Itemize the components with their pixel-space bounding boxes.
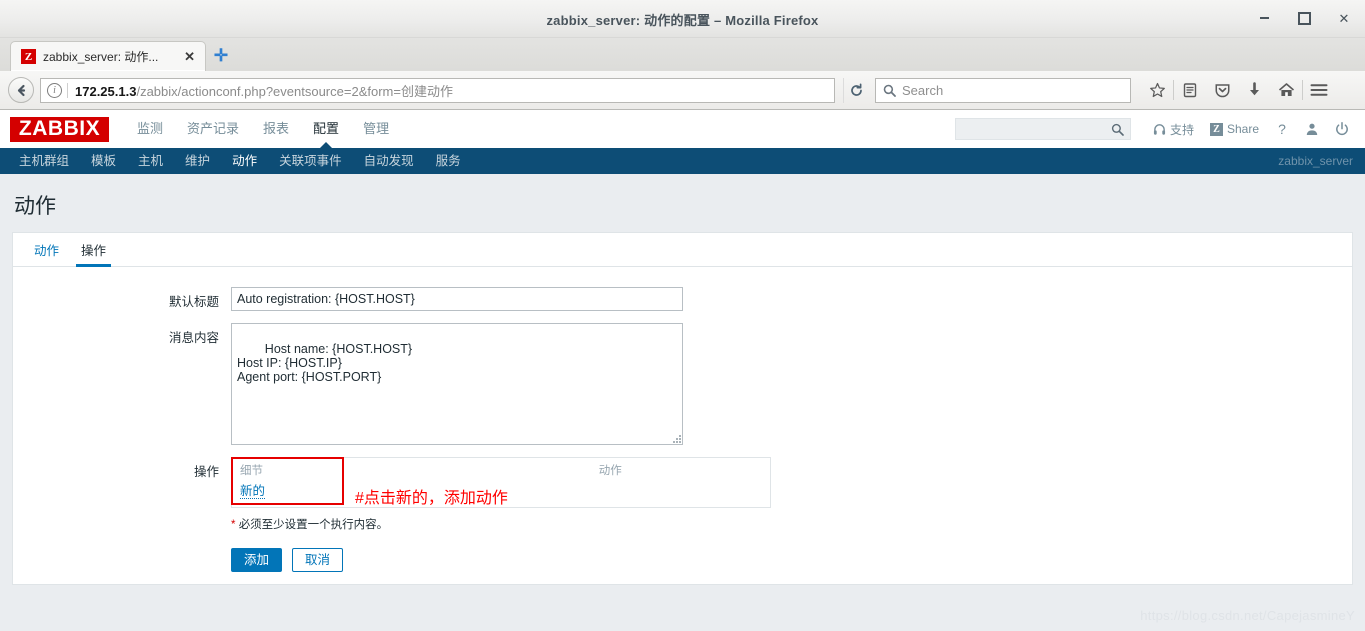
back-button-icon[interactable] (8, 77, 34, 103)
nav-item-inventory[interactable]: 资产记录 (175, 110, 251, 148)
browser-search-placeholder: Search (902, 82, 944, 98)
tab-operations[interactable]: 操作 (70, 233, 117, 267)
nav-item-administration[interactable]: 管理 (351, 110, 401, 148)
identity-info-icon[interactable]: i (47, 82, 62, 98)
nav-item-reports[interactable]: 报表 (251, 110, 301, 148)
browser-tab[interactable]: Z zabbix_server: 动作... ✕ (10, 41, 206, 71)
window-controls: ✕ (1253, 8, 1355, 28)
window-title: zabbix_server: 动作的配置 – Mozilla Firefox (546, 13, 819, 28)
message-body-value: Host name: {HOST.HOST} Host IP: {HOST.IP… (237, 342, 413, 384)
zabbix-header: ZABBIX 监测 资产记录 报表 配置 管理 支持 Z Share ? (0, 110, 1365, 148)
main-nav: 监测 资产记录 报表 配置 管理 (125, 110, 401, 148)
message-body-textarea[interactable]: Host name: {HOST.HOST} Host IP: {HOST.IP… (231, 323, 683, 445)
subnav-item-templates[interactable]: 模板 (80, 148, 127, 174)
headset-icon (1153, 123, 1166, 135)
annotation-text: #点击新的，添加动作 (355, 490, 508, 507)
form-buttons: 添加 取消 (231, 548, 771, 572)
support-label: 支持 (1169, 122, 1194, 137)
browser-search-bar[interactable]: Search (875, 77, 1131, 103)
required-star: * (231, 519, 236, 531)
url-bar[interactable]: i 172.25.1.3/zabbix/actionconf.php?event… (40, 77, 835, 103)
new-tab-icon[interactable]: ✛ (206, 41, 236, 71)
zabbix-logo[interactable]: ZABBIX (10, 116, 109, 142)
url-text: 172.25.1.3/zabbix/actionconf.php?eventso… (75, 81, 453, 100)
share-badge-icon: Z (1209, 122, 1223, 136)
nav-item-configuration[interactable]: 配置 (301, 110, 351, 148)
default-title-label: 默认标题 (168, 295, 219, 309)
operations-label: 操作 (193, 465, 219, 479)
help-icon[interactable]: ? (1267, 110, 1297, 148)
form-row-default-title: 默认标题 (13, 287, 1352, 311)
form-row-operations: 操作 细节 动作 新的 #点击新的，添加动作 * 必须至少设置一个执行内容。 添… (13, 457, 1352, 572)
nav-item-monitoring[interactable]: 监测 (125, 110, 175, 148)
browser-titlebar: zabbix_server: 动作的配置 – Mozilla Firefox ✕ (0, 0, 1365, 38)
operations-form: 默认标题 消息内容 Host name: {HOST.HOST} Host IP… (13, 267, 1352, 572)
operations-table-wrapper: 细节 动作 新的 #点击新的，添加动作 (231, 457, 771, 508)
menu-icon[interactable] (1303, 75, 1335, 105)
new-operation-link[interactable]: 新的 (240, 484, 266, 499)
action-form-card: 动作 操作 默认标题 消息内容 Host name: {HOST.HOST} H… (12, 232, 1353, 585)
add-button[interactable]: 添加 (231, 548, 283, 572)
reader-list-icon[interactable] (1174, 75, 1206, 105)
url-path: /zabbix/actionconf.php?eventsource=2&for… (136, 83, 453, 99)
message-body-label: 消息内容 (168, 331, 219, 345)
browser-toolbar-icons (1141, 75, 1335, 105)
zabbix-global-search-input[interactable] (954, 118, 1131, 140)
operations-table-header-row: 细节 动作 (232, 458, 771, 481)
support-link[interactable]: 支持 (1145, 121, 1202, 138)
power-icon[interactable] (1327, 110, 1357, 148)
page-title: 动作 (14, 195, 56, 218)
maximize-button[interactable] (1293, 8, 1315, 28)
home-icon[interactable] (1270, 75, 1302, 105)
urlbar-divider (67, 82, 68, 98)
subnav-item-correlation[interactable]: 关联项事件 (268, 148, 353, 174)
pocket-icon[interactable] (1206, 75, 1238, 105)
column-header-details: 细节 (240, 465, 263, 477)
user-icon[interactable] (1297, 110, 1327, 148)
search-icon (883, 84, 896, 97)
column-header-action: 动作 (598, 465, 622, 477)
subnav-item-hostgroups[interactable]: 主机群组 (8, 148, 80, 174)
subnav-item-services[interactable]: 服务 (425, 148, 472, 174)
sub-nav: 主机群组 模板 主机 维护 动作 关联项事件 自动发现 服务 zabbix_se… (0, 148, 1365, 174)
cancel-button[interactable]: 取消 (292, 548, 344, 572)
tab-action[interactable]: 动作 (23, 233, 70, 266)
reload-icon[interactable] (843, 77, 869, 103)
browser-navbar: i 172.25.1.3/zabbix/actionconf.php?event… (0, 71, 1365, 110)
url-host: 172.25.1.3 (75, 83, 137, 99)
subnav-item-maintenance[interactable]: 维护 (174, 148, 221, 174)
subnav-item-actions[interactable]: 动作 (221, 148, 268, 174)
required-note-text: 必须至少设置一个执行内容。 (238, 519, 389, 531)
downloads-icon[interactable] (1238, 75, 1270, 105)
form-tabs: 动作 操作 (13, 233, 1352, 267)
favicon-zabbix-icon: Z (21, 49, 36, 64)
subnav-item-hosts[interactable]: 主机 (127, 148, 174, 174)
bookmark-star-icon[interactable] (1141, 75, 1173, 105)
minimize-button[interactable] (1253, 8, 1275, 28)
browser-tabstrip: Z zabbix_server: 动作... ✕ ✛ (0, 38, 1365, 71)
watermark: https://blog.csdn.net/CapejasmineY (1140, 608, 1355, 623)
close-tab-icon[interactable]: ✕ (180, 50, 199, 63)
close-window-button[interactable]: ✕ (1333, 8, 1355, 28)
subnav-item-discovery[interactable]: 自动发现 (353, 148, 425, 174)
header-right-area: 支持 Z Share ? (954, 110, 1357, 148)
required-note: * 必须至少设置一个执行内容。 (231, 516, 771, 532)
form-row-message-body: 消息内容 Host name: {HOST.HOST} Host IP: {HO… (13, 323, 1352, 445)
default-title-input[interactable] (231, 287, 683, 311)
share-link[interactable]: Z Share (1202, 122, 1267, 136)
tab-title: zabbix_server: 动作... (43, 50, 159, 64)
search-icon (1111, 123, 1124, 136)
server-name-label: zabbix_server (1278, 154, 1353, 168)
textarea-resize-handle[interactable] (672, 434, 681, 443)
share-label: Share (1226, 122, 1259, 136)
